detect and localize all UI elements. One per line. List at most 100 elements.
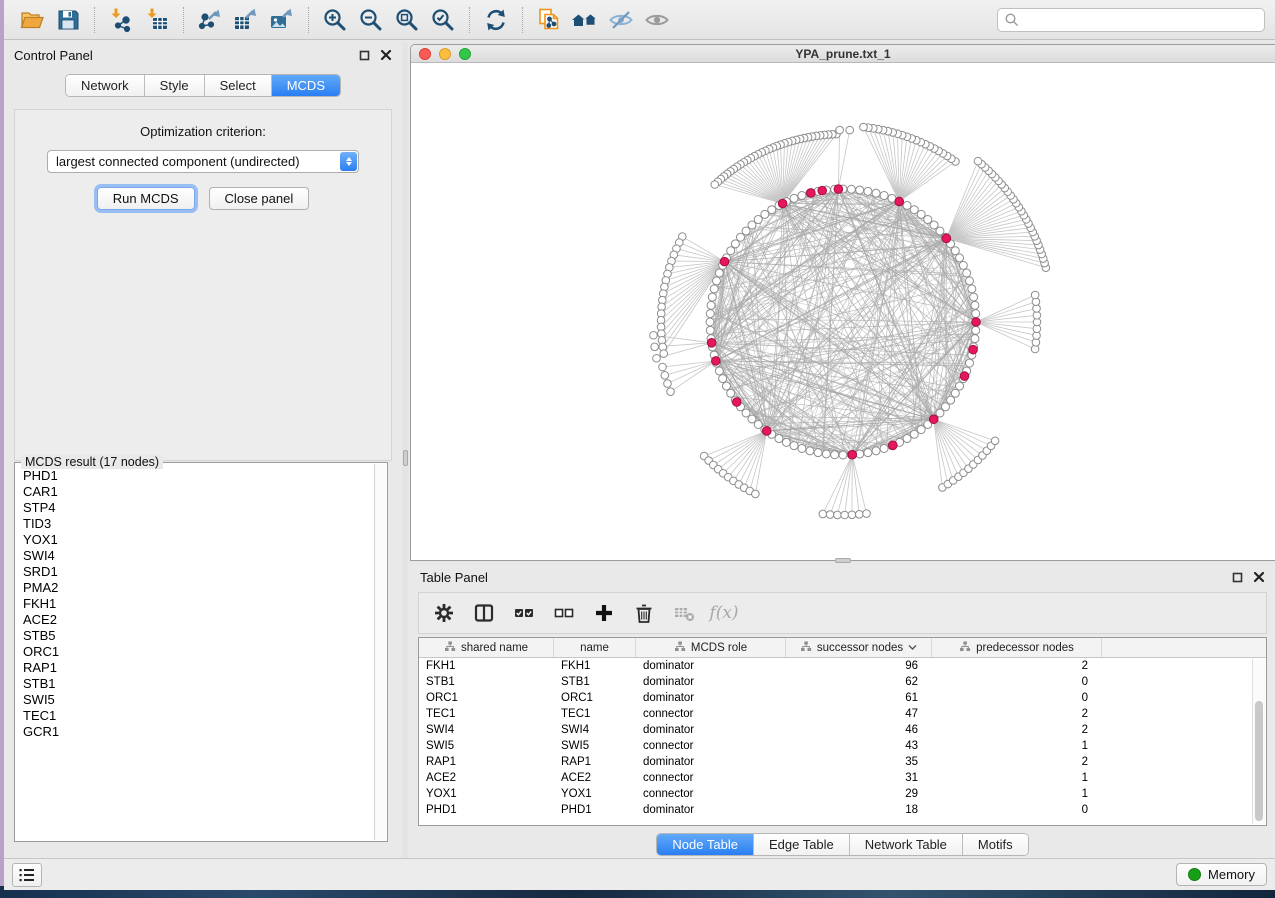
network-window-titlebar[interactable]: YPA_prune.txt_1 [411,45,1275,63]
column-header-mcds-role[interactable]: MCDS role [636,638,786,657]
table-cell[interactable]: RAP1 [419,756,554,768]
mcds-node-item[interactable]: TID3 [23,516,374,532]
table-cell[interactable]: 0 [932,804,1102,816]
zoom-out-icon[interactable] [353,4,389,36]
table-cell[interactable]: connector [636,708,786,720]
table-cell[interactable]: 31 [786,772,932,784]
export-network-icon[interactable] [192,4,228,36]
search-input[interactable] [1019,11,1258,29]
mcds-node-item[interactable]: YOX1 [23,532,374,548]
tab-edge-table[interactable]: Edge Table [754,834,850,855]
table-cell[interactable]: 2 [932,756,1102,768]
splitter-grip[interactable] [403,450,408,466]
open-file-icon[interactable] [14,4,50,36]
table-cell[interactable]: 0 [932,692,1102,704]
table-cell[interactable]: ACE2 [419,772,554,784]
table-row[interactable]: PHD1PHD1dominator180 [419,802,1266,818]
table-cell[interactable]: PHD1 [554,804,636,816]
mcds-node-item[interactable]: SWI5 [23,692,374,708]
mcds-node-item[interactable]: PHD1 [23,468,374,484]
table-cell[interactable]: 61 [786,692,932,704]
table-cell[interactable]: 35 [786,756,932,768]
close-panel-icon[interactable] [380,49,392,61]
zoom-selected-icon[interactable] [425,4,461,36]
mcds-list-scrollbar[interactable] [374,464,386,840]
export-image-icon[interactable] [264,4,300,36]
mcds-result-list[interactable]: PHD1CAR1STP4TID3YOX1SWI4SRD1PMA2FKH1ACE2… [16,464,374,840]
table-cell[interactable]: 1 [932,772,1102,784]
close-table-panel-icon[interactable] [1253,571,1265,583]
table-cell[interactable]: dominator [636,692,786,704]
table-cell[interactable]: 0 [932,676,1102,688]
mcds-node-item[interactable]: ORC1 [23,644,374,660]
close-panel-button[interactable]: Close panel [209,187,310,210]
table-cell[interactable]: STB1 [554,676,636,688]
table-cell[interactable]: 1 [932,740,1102,752]
run-mcds-button[interactable]: Run MCDS [97,187,195,210]
window-close-button[interactable] [419,48,431,60]
table-cell[interactable]: SWI5 [419,740,554,752]
network-graph[interactable] [411,64,1275,560]
table-cell[interactable]: ACE2 [554,772,636,784]
mcds-node-item[interactable]: RAP1 [23,660,374,676]
vertical-splitter[interactable] [402,42,408,858]
mcds-node-item[interactable]: SWI4 [23,548,374,564]
table-cell[interactable]: connector [636,788,786,800]
tab-network-table[interactable]: Network Table [850,834,963,855]
mcds-node-item[interactable]: STB5 [23,628,374,644]
table-row[interactable]: ORC1ORC1dominator610 [419,690,1266,706]
table-cell[interactable]: YOX1 [419,788,554,800]
mcds-node-item[interactable]: CAR1 [23,484,374,500]
show-all-icon[interactable] [639,4,675,36]
column-header-shared-name[interactable]: shared name [419,638,554,657]
float-table-panel-icon[interactable] [1232,572,1243,583]
table-row[interactable]: ACE2ACE2connector311 [419,770,1266,786]
column-header-name[interactable]: name [554,638,636,657]
table-cell[interactable]: dominator [636,676,786,688]
duplicate-network-icon[interactable] [531,4,567,36]
table-cell[interactable]: PHD1 [419,804,554,816]
mcds-node-item[interactable]: TEC1 [23,708,374,724]
first-neighbors-icon[interactable] [567,4,603,36]
table-cell[interactable]: connector [636,740,786,752]
table-scrollbar[interactable] [1252,659,1265,824]
network-canvas[interactable] [411,64,1275,560]
table-cell[interactable]: 2 [932,708,1102,720]
table-cell[interactable]: TEC1 [554,708,636,720]
table-cell[interactable]: 43 [786,740,932,752]
table-row[interactable]: SWI5SWI5connector431 [419,738,1266,754]
sort-chevron-icon[interactable] [908,642,917,654]
table-cell[interactable]: connector [636,772,786,784]
table-cell[interactable]: YOX1 [554,788,636,800]
table-cell[interactable]: 47 [786,708,932,720]
table-row[interactable]: SWI4SWI4dominator462 [419,722,1266,738]
table-cell[interactable]: dominator [636,804,786,816]
table-cell[interactable]: 2 [932,724,1102,736]
mcds-node-item[interactable]: FKH1 [23,596,374,612]
zoom-in-icon[interactable] [317,4,353,36]
table-cell[interactable]: dominator [636,660,786,672]
table-cell[interactable]: FKH1 [554,660,636,672]
tab-network[interactable]: Network [66,75,145,96]
table-row[interactable]: STB1STB1dominator620 [419,674,1266,690]
float-panel-icon[interactable] [359,50,370,61]
mcds-node-item[interactable]: GCR1 [23,724,374,740]
add-column-icon[interactable] [589,598,619,628]
table-cell[interactable]: SWI4 [419,724,554,736]
column-header-successor-nodes[interactable]: successor nodes [786,638,932,657]
window-zoom-button[interactable] [459,48,471,60]
export-table-icon[interactable] [228,4,264,36]
hide-selected-icon[interactable] [603,4,639,36]
column-layout-icon[interactable] [469,598,499,628]
table-cell[interactable]: 18 [786,804,932,816]
mcds-node-item[interactable]: PMA2 [23,580,374,596]
save-session-icon[interactable] [50,4,86,36]
mcds-node-item[interactable]: STP4 [23,500,374,516]
import-network-icon[interactable] [103,4,139,36]
table-cell[interactable]: 96 [786,660,932,672]
table-cell[interactable]: SWI5 [554,740,636,752]
table-cell[interactable]: 2 [932,660,1102,672]
table-row[interactable]: YOX1YOX1connector291 [419,786,1266,802]
optimization-criterion-select[interactable]: largest connected component (undirected) [47,150,359,173]
table-cell[interactable]: dominator [636,724,786,736]
